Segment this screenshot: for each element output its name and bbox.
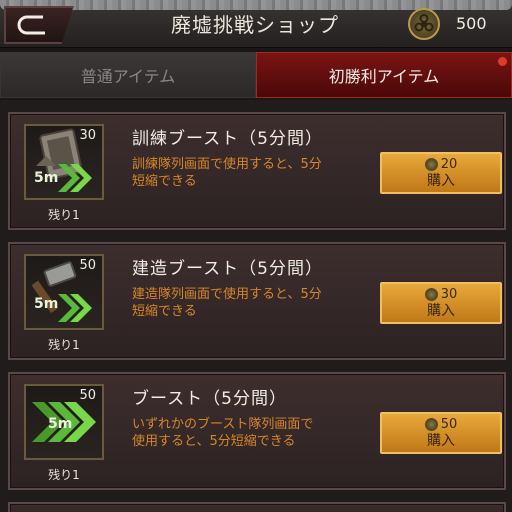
training-boost-icon: 5m 30 <box>24 124 104 200</box>
page-title: 廃墟挑戦ショップ <box>171 13 339 37</box>
notification-dot <box>498 57 507 66</box>
description-line: 短縮できる <box>132 174 197 189</box>
remaining-label: 残り1 <box>48 468 80 482</box>
tab-first-win-items[interactable]: 初勝利アイテム <box>256 52 512 98</box>
item-description: 訓練隊列画面で使用すると、5分 短縮できる <box>132 156 372 190</box>
biohazard-coin-icon <box>408 8 440 40</box>
tab-normal-items[interactable]: 普通アイテム <box>0 52 256 98</box>
price-row: 30 <box>424 286 458 302</box>
item-count: 30 <box>79 128 96 143</box>
biohazard-coin-icon <box>424 287 438 301</box>
buy-label: 購入 <box>427 303 455 319</box>
item-description: 建造隊列画面で使用すると、5分 短縮できる <box>132 286 372 320</box>
list-item: 5m 50 残り1 ブースト（5分間） いずれかのブースト隊列画面で 使用すると… <box>8 372 506 490</box>
back-arrow-icon <box>17 15 45 35</box>
description-line: 建造隊列画面で使用すると、5分 <box>132 287 322 302</box>
buy-button[interactable]: 20 購入 <box>380 152 502 194</box>
list-item: 5m 50 残り1 建造ブースト（5分間） 建造隊列画面で使用すると、5分 短縮… <box>8 242 506 360</box>
item-list[interactable]: 5m 30 残り1 訓練ブースト（5分間） 訓練隊列画面で使用すると、5分 短縮… <box>0 100 512 512</box>
tab-label: 普通アイテム <box>80 67 176 86</box>
tab-label: 初勝利アイテム <box>328 67 440 86</box>
top-bar: 廃墟挑戦ショップ 500 <box>0 0 512 48</box>
item-description: いずれかのブースト隊列画面で 使用すると、5分短縮できる <box>132 416 372 450</box>
list-item: 5m 30 残り1 訓練ブースト（5分間） 訓練隊列画面で使用すると、5分 短縮… <box>8 112 506 230</box>
currency-amount: 500 <box>456 14 487 33</box>
biohazard-coin-icon <box>424 417 438 431</box>
buy-button[interactable]: 50 購入 <box>380 412 502 454</box>
item-name: 建造ブースト（5分間） <box>132 259 323 279</box>
tab-bar: 普通アイテム 初勝利アイテム <box>0 52 512 98</box>
item-name: ブースト（5分間） <box>132 389 287 409</box>
description-line: いずれかのブースト隊列画面で <box>132 417 314 432</box>
badge-text: 5m <box>48 416 72 432</box>
badge-text: 5m <box>34 170 58 186</box>
price-value: 30 <box>440 286 458 302</box>
buy-label: 購入 <box>427 173 455 189</box>
description-line: 訓練隊列画面で使用すると、5分 <box>132 157 322 172</box>
back-button[interactable] <box>4 6 74 44</box>
general-boost-icon: 5m 50 <box>24 384 104 460</box>
remaining-label: 残り1 <box>48 338 80 352</box>
price-value: 50 <box>440 416 458 432</box>
badge-text: 5m <box>34 296 58 312</box>
list-item <box>8 502 506 512</box>
item-name: 訓練ブースト（5分間） <box>132 129 323 149</box>
description-line: 短縮できる <box>132 304 197 319</box>
description-line: 使用すると、5分短縮できる <box>132 434 296 449</box>
item-count: 50 <box>79 388 96 403</box>
price-row: 20 <box>424 156 458 172</box>
buy-button[interactable]: 30 購入 <box>380 282 502 324</box>
price-row: 50 <box>424 416 458 432</box>
item-count: 50 <box>79 258 96 273</box>
remaining-label: 残り1 <box>48 208 80 222</box>
price-value: 20 <box>440 156 458 172</box>
biohazard-coin-icon <box>424 157 438 171</box>
build-boost-icon: 5m 50 <box>24 254 104 330</box>
buy-label: 購入 <box>427 433 455 449</box>
